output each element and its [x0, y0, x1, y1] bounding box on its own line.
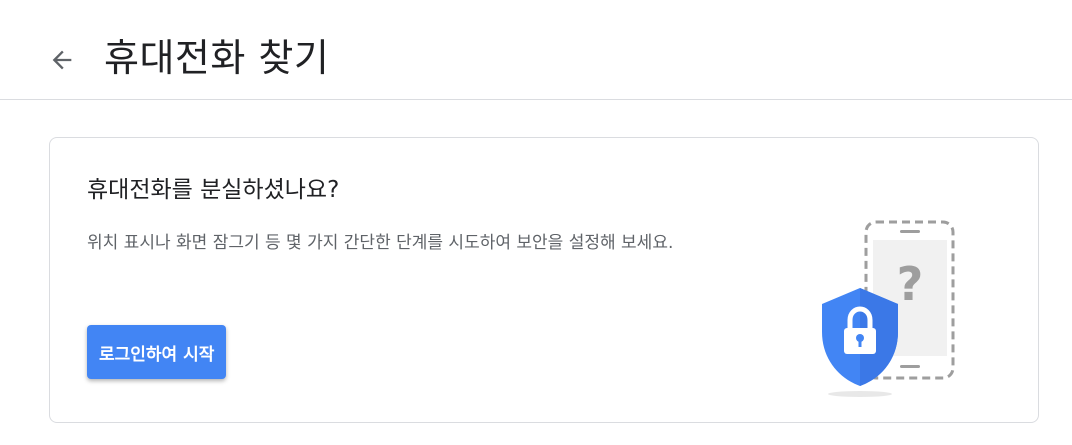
phone-security-illustration: ?	[822, 220, 955, 397]
card-description: 위치 표시나 화면 잠그기 등 몇 가지 간단한 단계를 시도하여 보안을 설정…	[87, 233, 674, 253]
lost-phone-card: 휴대전화를 분실하셨나요? 위치 표시나 화면 잠그기 등 몇 가지 간단한 단…	[49, 137, 1039, 423]
shield-lock-icon	[822, 288, 898, 397]
question-mark-icon: ?	[897, 257, 924, 311]
sign-in-start-button[interactable]: 로그인하여 시작	[87, 325, 227, 379]
card-title: 휴대전화를 분실하셨나요?	[87, 177, 340, 203]
back-button[interactable]	[40, 40, 84, 80]
page-title: 휴대전화 찾기	[104, 36, 330, 80]
arrow-back-icon	[52, 50, 72, 70]
page-header: 휴대전화 찾기	[0, 0, 1072, 100]
